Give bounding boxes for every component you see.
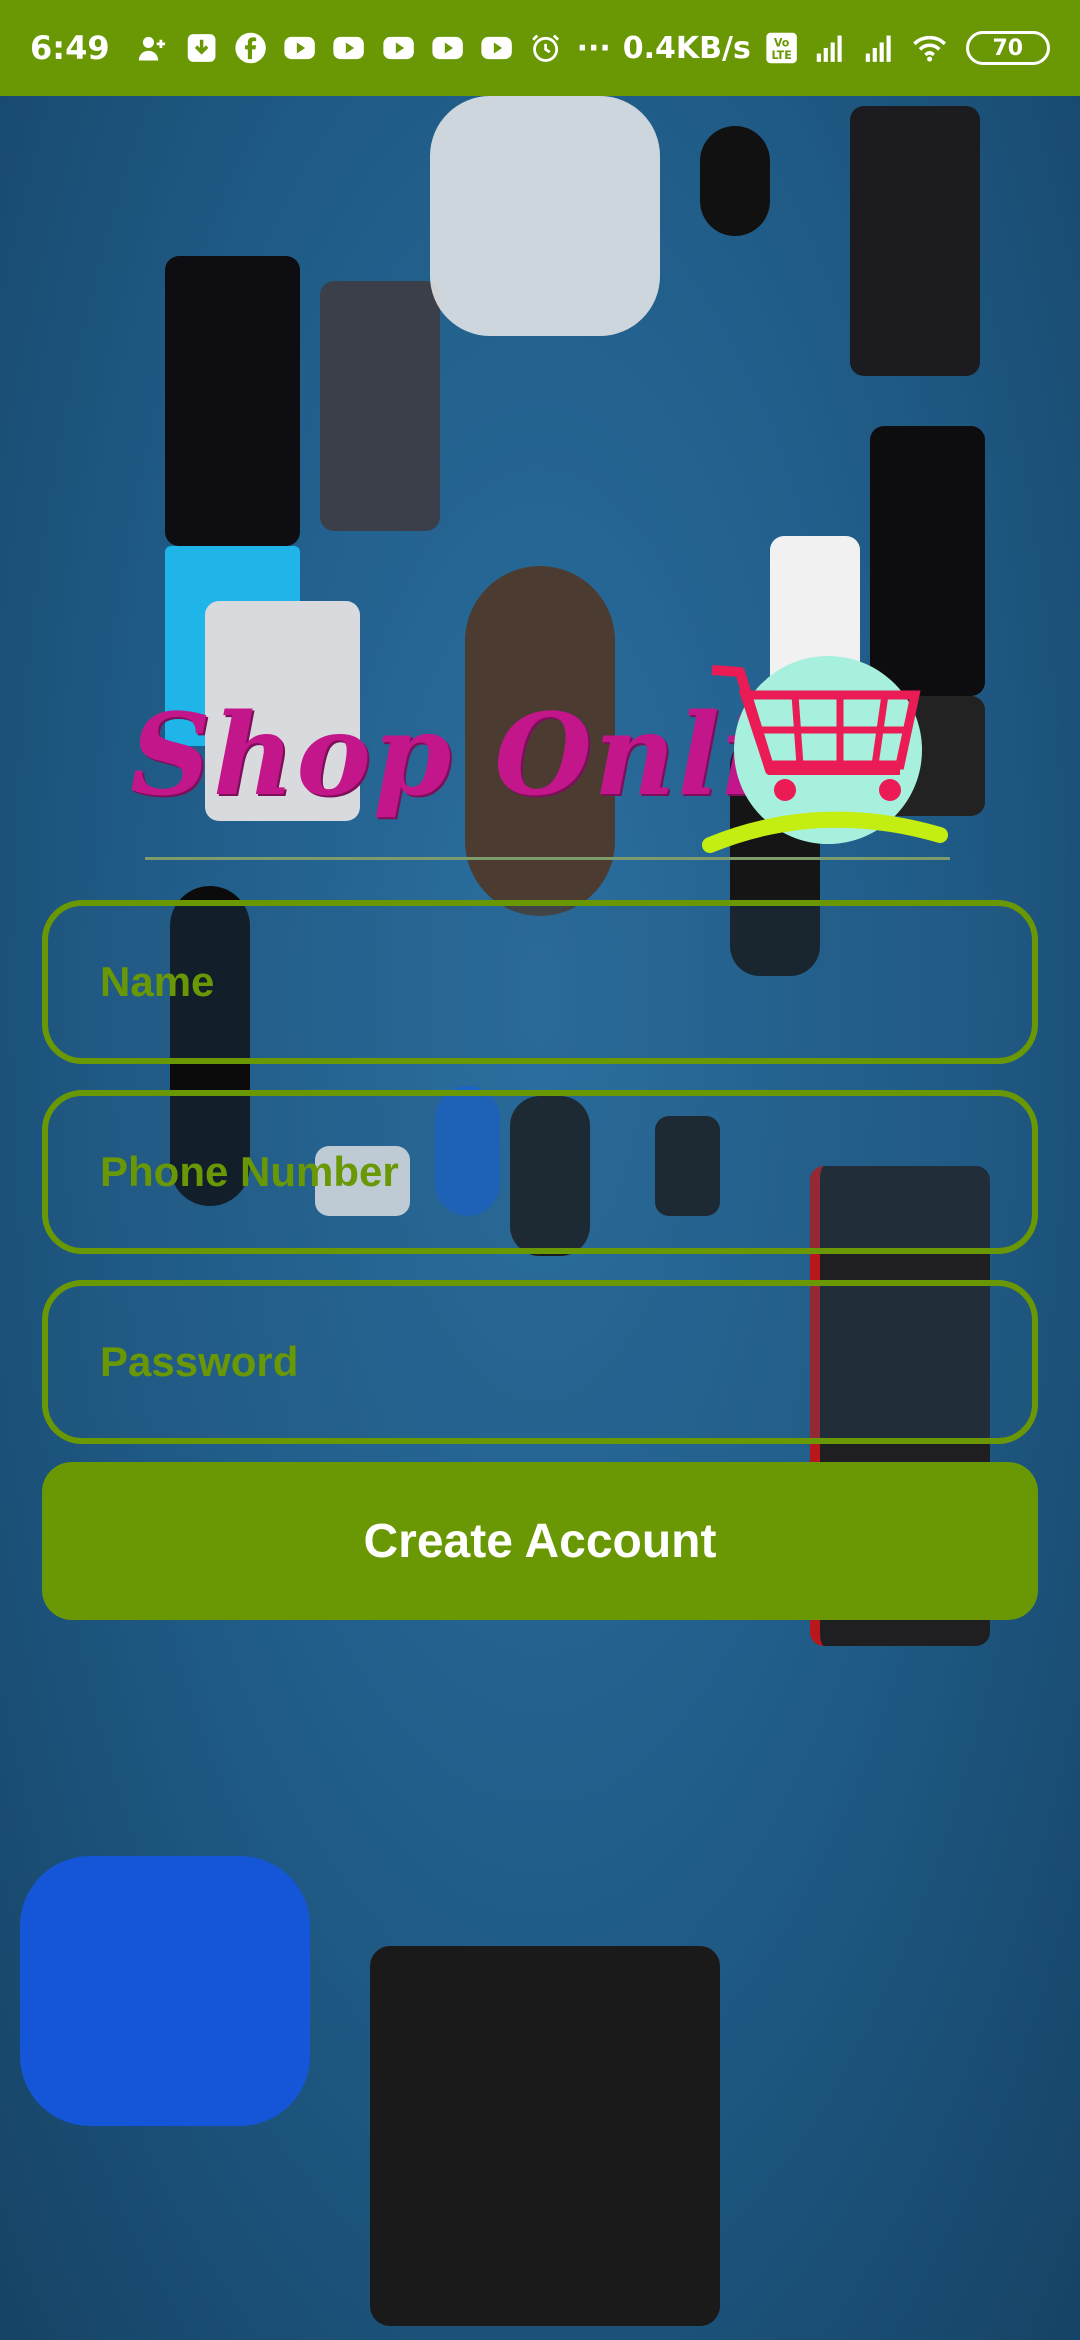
shopping-cart-icon [700, 650, 950, 870]
youtube-icon [382, 31, 415, 65]
skateboard-image [370, 1946, 720, 2326]
youtube-icon [332, 31, 365, 65]
battery-icon: 70 [965, 31, 1050, 65]
shop-online-logo: Shop Online [130, 650, 950, 870]
add-person-icon [136, 31, 169, 65]
youtube-icon [480, 31, 513, 65]
name-input[interactable] [98, 957, 1032, 1007]
password-input[interactable] [98, 1337, 1032, 1387]
alarm-icon [529, 31, 562, 65]
name-field[interactable] [42, 900, 1038, 1064]
youtube-icon [431, 31, 464, 65]
signal-icon [863, 31, 896, 65]
svg-text:LTE: LTE [771, 49, 791, 62]
hoverboard-image [20, 1856, 310, 2126]
console-image [850, 106, 980, 376]
network-speed: 0.4KB/s [622, 30, 751, 66]
facebook-icon [234, 31, 267, 65]
logo-divider [145, 857, 950, 860]
drone-image [430, 96, 660, 336]
status-bar: 6:49 ··· 0.4KB/s Vo LTE 70 [0, 0, 1080, 96]
status-time: 6:49 [30, 29, 110, 67]
volte-icon: Vo LTE [765, 31, 798, 65]
more-indicator: ··· [576, 30, 611, 66]
password-field[interactable] [42, 1280, 1038, 1444]
svg-text:Vo: Vo [774, 37, 790, 50]
signal-icon [814, 31, 847, 65]
mouse-image [700, 126, 770, 236]
phone-input[interactable] [98, 1147, 1032, 1197]
speaker-image [320, 281, 440, 531]
wifi-icon [912, 31, 946, 65]
youtube-icon [283, 31, 316, 65]
laptop-image [165, 256, 300, 546]
download-icon [185, 31, 218, 65]
create-account-button[interactable]: Create Account [42, 1462, 1038, 1620]
phone-field[interactable] [42, 1090, 1038, 1254]
